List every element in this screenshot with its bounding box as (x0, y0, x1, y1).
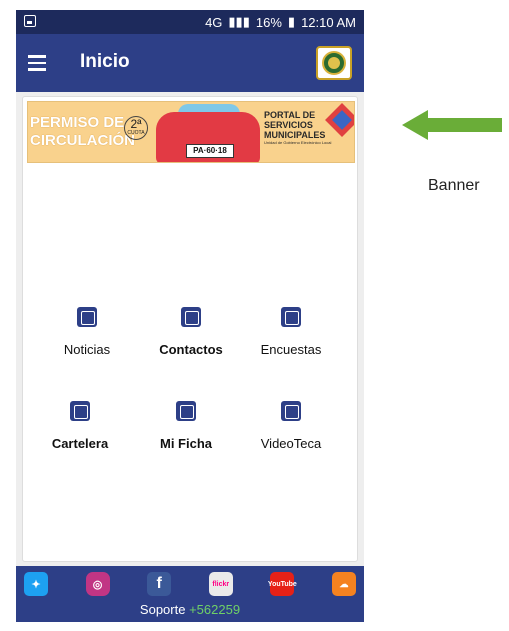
support-line: Soporte +562259 (16, 602, 364, 617)
twitter-icon[interactable]: ✦ (24, 572, 48, 596)
video-play-icon (281, 401, 301, 421)
calendar-board-icon (70, 401, 90, 421)
promo-banner[interactable]: PERMISO DE CIRCULACIÓN 2ª CUOTA PA·60·18… (27, 101, 355, 163)
menu-item-label: Noticias (63, 342, 111, 357)
menu-item-label: Contactos (159, 342, 223, 357)
profile-card-icon (176, 401, 196, 421)
flickr-icon[interactable]: flickr (208, 572, 233, 596)
clock: 12:10 AM (301, 14, 356, 30)
menu-item-contactos[interactable]: Contactos (146, 307, 236, 357)
menu-item-label: Mi Ficha (159, 436, 212, 451)
home-content: PERMISO DE CIRCULACIÓN 2ª CUOTA PA·60·18… (22, 96, 358, 562)
page-title: Inicio (80, 51, 130, 72)
status-bar: 4G ▮▮▮ 16% ▮ 12:10 AM (16, 10, 364, 34)
menu-item-encuestas[interactable]: Encuestas (246, 307, 336, 357)
signal-icon: ▮▮▮ (228, 14, 250, 29)
facebook-icon[interactable]: f (147, 572, 172, 596)
instagram-icon[interactable]: ◎ (85, 572, 110, 596)
survey-clipboard-icon (281, 307, 301, 327)
soundcloud-icon[interactable]: ☁ (331, 572, 356, 596)
banner-permit-text: PERMISO DE CIRCULACIÓN (30, 114, 135, 149)
newspaper-icon (77, 307, 97, 327)
battery-icon: ▮ (287, 14, 296, 29)
support-phone-link[interactable]: +562259 (189, 602, 240, 617)
contacts-book-icon (181, 307, 201, 327)
menu-item-label: Cartelera (51, 436, 109, 451)
banner-quota-badge: 2ª CUOTA (124, 116, 148, 140)
page: 4G ▮▮▮ 16% ▮ 12:10 AM Inicio PERMISO DE … (0, 0, 509, 631)
menu-item-label: Encuestas (260, 342, 322, 357)
menu-item-mi-ficha[interactable]: Mi Ficha (141, 401, 231, 451)
social-links: ✦ ◎ f flickr YouTube ☁ (24, 572, 356, 596)
youtube-icon[interactable]: YouTube (268, 572, 297, 596)
phone-screen: 4G ▮▮▮ 16% ▮ 12:10 AM Inicio PERMISO DE … (16, 10, 364, 622)
battery-level: 16% (255, 14, 282, 30)
support-label: Soporte (139, 602, 186, 617)
annotation-label: Banner (428, 177, 480, 194)
menu-item-videoteca[interactable]: VideoTeca (246, 401, 336, 451)
app-bar: Inicio (16, 34, 364, 92)
image-notification-icon (24, 15, 36, 27)
license-plate: PA·60·18 (186, 144, 234, 158)
footer-bar: ✦ ◎ f flickr YouTube ☁ Soporte +562259 (16, 566, 364, 622)
hamburger-icon[interactable] (28, 55, 48, 71)
municipal-seal-logo[interactable] (316, 46, 352, 80)
annotation-arrow-icon (402, 110, 502, 140)
network-type: 4G (205, 14, 223, 30)
menu-item-noticias[interactable]: Noticias (42, 307, 132, 357)
menu-item-cartelera[interactable]: Cartelera (35, 401, 125, 451)
menu-item-label: VideoTeca (260, 436, 322, 451)
status-indicators: 4G ▮▮▮ 16% ▮ 12:10 AM (205, 14, 356, 30)
